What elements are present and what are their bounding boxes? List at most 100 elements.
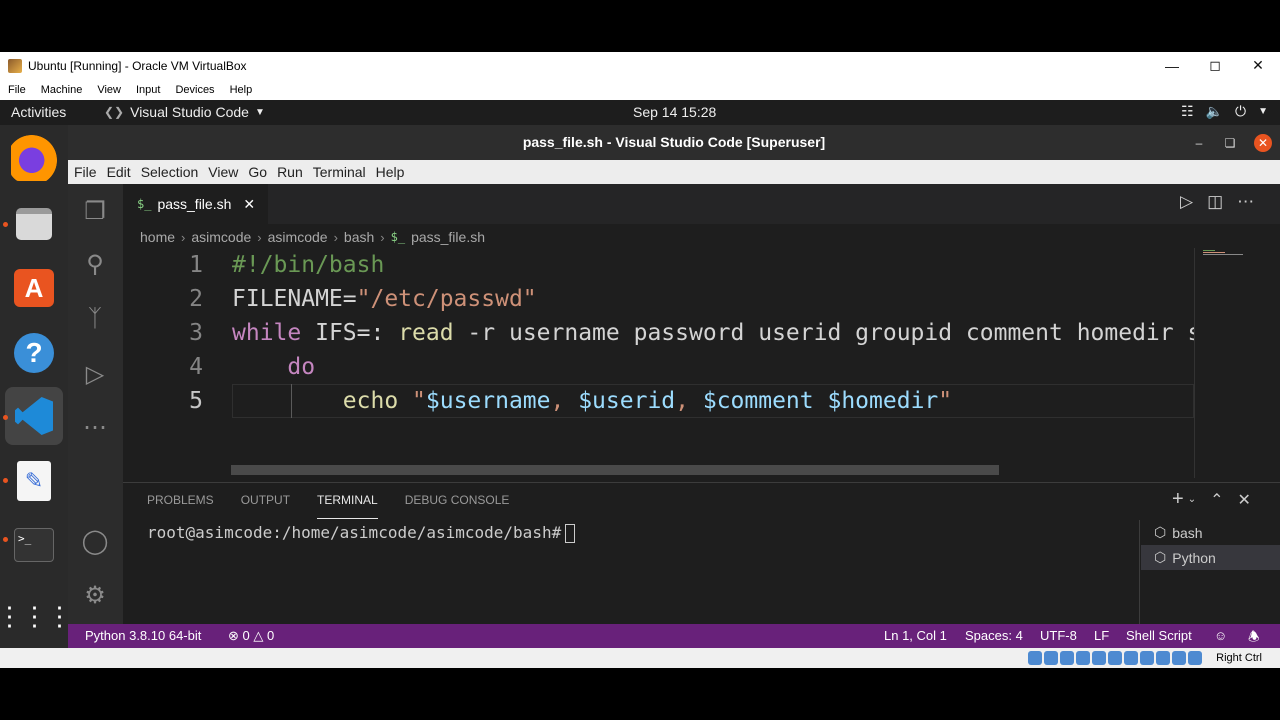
activity-bar: ❐ ⚲ ᛉ ▷ ⋯ ◯ ⚙ [68, 184, 123, 624]
text-editor-icon[interactable]: ✎ [11, 458, 57, 504]
network-icon[interactable] [1076, 651, 1090, 665]
python-interpreter[interactable]: Python 3.8.10 64-bit [85, 628, 201, 643]
menu-run[interactable]: Run [277, 164, 303, 180]
source-control-icon[interactable]: ᛉ [80, 304, 110, 334]
menu-help[interactable]: Help [376, 164, 405, 180]
split-editor-icon[interactable]: ◫ [1207, 192, 1223, 212]
software-center-icon[interactable]: A [11, 265, 57, 311]
activities-button[interactable]: Activities [11, 104, 66, 120]
tab-terminal[interactable]: TERMINAL [317, 492, 378, 519]
app-grid-icon[interactable]: ⋮⋮⋮ [0, 593, 73, 639]
breadcrumb-item[interactable]: asimcode [268, 229, 328, 245]
vbox-menu-input[interactable]: Input [136, 84, 160, 96]
breadcrumb-item[interactable]: bash [344, 229, 374, 245]
close-icon[interactable]: ✕ [1236, 52, 1280, 79]
line-number: 1 [189, 252, 203, 278]
more-icon[interactable]: ⋯ [80, 412, 110, 442]
menu-terminal[interactable]: Terminal [313, 164, 366, 180]
chevron-down-icon[interactable]: ⌄ [1188, 490, 1196, 510]
menu-edit[interactable]: Edit [107, 164, 131, 180]
vscode-menubar: File Edit Selection View Go Run Terminal… [68, 160, 1280, 184]
indentation[interactable]: Spaces: 4 [965, 628, 1023, 643]
optical-drive-icon[interactable] [1044, 651, 1058, 665]
feedback-icon[interactable]: ☺ [1214, 628, 1227, 643]
audio-icon[interactable] [1060, 651, 1074, 665]
caret-down-icon: ▼ [1258, 106, 1268, 117]
minimize-icon[interactable]: – [1190, 134, 1208, 152]
vbox-menu-help[interactable]: Help [230, 84, 253, 96]
code-line[interactable]: 3 while IFS=: read -r username password u… [123, 316, 1195, 350]
code-line[interactable]: 1 #!/bin/bash [123, 248, 1195, 282]
explorer-icon[interactable]: ❐ [80, 196, 110, 226]
bell-icon[interactable]: 🕭 [1248, 628, 1260, 650]
maximize-panel-icon[interactable]: ⌃ [1210, 490, 1223, 510]
app-menu[interactable]: ❮❯ Visual Studio Code ▼ [104, 104, 265, 120]
terminal-icon[interactable]: >_ [11, 522, 57, 568]
terminal-item-bash[interactable]: ⬡ bash [1141, 520, 1280, 545]
breadcrumb-item[interactable]: pass_file.sh [411, 229, 485, 245]
breadcrumb-item[interactable]: asimcode [191, 229, 251, 245]
tab-label: pass_file.sh [157, 196, 232, 212]
language-mode[interactable]: Shell Script [1126, 628, 1192, 643]
vbox-menu-view[interactable]: View [97, 84, 121, 96]
close-panel-icon[interactable]: ✕ [1237, 490, 1250, 510]
recording-icon[interactable] [1140, 651, 1154, 665]
account-icon[interactable]: ◯ [80, 526, 110, 556]
shared-folders-icon[interactable] [1108, 651, 1122, 665]
usb-icon[interactable] [1092, 651, 1106, 665]
minimap[interactable] [1203, 250, 1243, 256]
menu-file[interactable]: File [74, 164, 97, 180]
keyboard-icon[interactable] [1188, 651, 1202, 665]
end-of-line[interactable]: LF [1094, 628, 1109, 643]
vbox-menu-devices[interactable]: Devices [175, 84, 214, 96]
search-icon[interactable]: ⚲ [80, 249, 110, 279]
code-text: FILENAME="/etc/passwd" [232, 282, 537, 316]
gear-icon[interactable]: ⚙ [80, 580, 110, 610]
code-token: , [675, 388, 703, 414]
help-icon[interactable]: ? [11, 330, 57, 376]
vbox-menu-machine[interactable]: Machine [41, 84, 83, 96]
files-icon[interactable] [11, 201, 57, 247]
problems-status[interactable]: ⊗ 0 △ 0 [228, 628, 274, 644]
more-actions-icon[interactable]: ⋯ [1237, 192, 1254, 212]
menu-go[interactable]: Go [248, 164, 267, 180]
tab-output[interactable]: OUTPUT [241, 492, 290, 519]
minimize-icon[interactable]: — [1150, 52, 1194, 79]
restore-icon[interactable]: ❏ [1221, 134, 1239, 152]
terminal-icon: ⬡ [1154, 524, 1167, 540]
cursor-position[interactable]: Ln 1, Col 1 [884, 628, 947, 643]
cpu-icon[interactable] [1156, 651, 1170, 665]
vscode-window-title: pass_file.sh - Visual Studio Code [Super… [522, 134, 826, 150]
host-key-label: Right Ctrl [1216, 652, 1262, 664]
code-line[interactable]: 5 echo "$username, $userid, $comment $ho… [123, 384, 1195, 418]
hard-disk-icon[interactable] [1028, 651, 1042, 665]
code-line[interactable]: 2 FILENAME="/etc/passwd" [123, 282, 1195, 316]
run-icon[interactable]: ▷ [1180, 192, 1193, 212]
close-icon[interactable]: ✕ [243, 196, 255, 213]
maximize-icon[interactable]: ◻ [1193, 52, 1237, 79]
terminal-output[interactable]: root@asimcode:/home/asimcode/asimcode/ba… [147, 522, 576, 544]
breadcrumb-item[interactable]: home [140, 229, 175, 245]
vbox-menu-file[interactable]: File [8, 84, 26, 96]
menu-view[interactable]: View [208, 164, 238, 180]
menu-selection[interactable]: Selection [141, 164, 199, 180]
tab-debug-console[interactable]: DEBUG CONSOLE [405, 492, 510, 519]
system-tray[interactable]: ☷ 🔈 ⏻ ▼ [1181, 103, 1268, 120]
horizontal-scrollbar[interactable] [231, 465, 999, 475]
tab-pass-file[interactable]: $_ pass_file.sh ✕ [123, 184, 268, 224]
app-menu-label: Visual Studio Code [130, 104, 249, 120]
mouse-integration-icon[interactable] [1172, 651, 1186, 665]
terminal-item-python[interactable]: ⬡ Python [1141, 545, 1280, 570]
tab-problems[interactable]: PROBLEMS [147, 492, 214, 519]
vbox-window-title: Ubuntu [Running] - Oracle VM VirtualBox [28, 58, 247, 73]
firefox-icon[interactable] [11, 135, 57, 181]
new-terminal-icon[interactable]: + [1172, 489, 1184, 510]
running-indicator [3, 478, 8, 483]
code-line[interactable]: 4 do [123, 350, 1195, 384]
run-debug-icon[interactable]: ▷ [80, 359, 110, 389]
close-icon[interactable]: ✕ [1254, 134, 1272, 152]
vscode-icon[interactable] [5, 387, 63, 445]
clock[interactable]: Sep 14 15:28 [633, 104, 716, 120]
encoding[interactable]: UTF-8 [1040, 628, 1077, 643]
display-icon[interactable] [1124, 651, 1138, 665]
